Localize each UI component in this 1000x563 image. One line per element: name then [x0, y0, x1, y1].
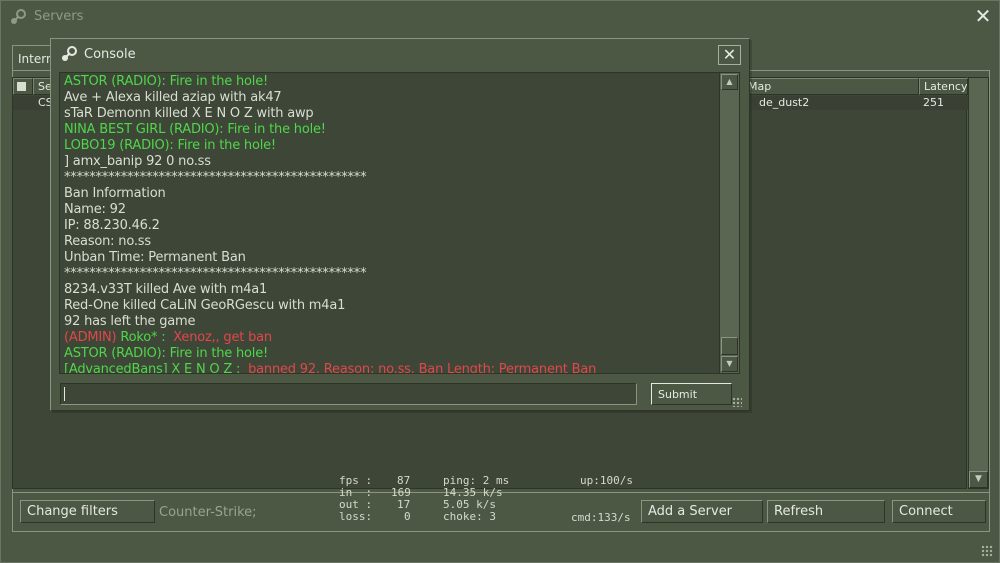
refresh-button[interactable]: Refresh: [767, 500, 885, 523]
connect-button[interactable]: Connect: [892, 500, 986, 523]
console-line: Name: 92: [64, 202, 126, 217]
console-window-title: Console: [84, 47, 136, 62]
console-line-ban: [AdvancedBans] X E N O Z : banned 92. Re…: [64, 362, 597, 374]
console-line: IP: 88.230.46.2: [64, 218, 160, 233]
ban-tag: [AdvancedBans] X E N O Z :: [64, 362, 241, 374]
scroll-down-arrow-icon[interactable]: ▼: [969, 471, 988, 488]
ban-message: banned 92. Reason: no.ss. Ban Length: Pe…: [248, 362, 597, 374]
server-list-scrollbar[interactable]: ▼: [968, 77, 989, 489]
console-line: 8234.v33T killed Ave with m4a1: [64, 282, 268, 297]
lock-icon: [17, 82, 26, 91]
resize-grip-icon[interactable]: [981, 545, 993, 557]
servers-titlebar[interactable]: Servers ✕: [1, 1, 1000, 33]
console-line: 92 has left the game: [64, 314, 196, 329]
close-icon[interactable]: ✕: [718, 45, 741, 65]
console-line: ASTOR (RADIO): Fire in the hole!: [64, 346, 269, 361]
console-titlebar[interactable]: Console ✕: [51, 39, 749, 71]
add-server-button[interactable]: Add a Server: [641, 500, 763, 523]
console-window: Console ✕ ASTOR (RADIO): Fire in the hol…: [50, 38, 750, 411]
column-header-latency[interactable]: Latency: [919, 78, 968, 95]
console-output[interactable]: ASTOR (RADIO): Fire in the hole! Ave + Al…: [59, 72, 719, 374]
scroll-thumb[interactable]: [721, 337, 738, 355]
close-icon[interactable]: ✕: [974, 6, 992, 26]
scroll-up-arrow-icon[interactable]: ▲: [721, 74, 738, 90]
resize-grip-icon[interactable]: [732, 397, 742, 407]
column-header-map[interactable]: Map: [743, 78, 919, 95]
console-command-input[interactable]: [60, 383, 637, 405]
change-filters-button[interactable]: Change filters: [20, 500, 155, 523]
up-rate: up:100/s: [580, 474, 633, 487]
tab-internet[interactable]: Internet: [12, 45, 52, 71]
text-caret: [64, 387, 65, 401]
admin-tag: (ADMIN): [64, 330, 117, 345]
choke-value: choke: 3: [443, 510, 496, 523]
console-line: NINA BEST GIRL (RADIO): Fire in the hole…: [64, 122, 326, 137]
loss-label: loss:: [339, 510, 373, 523]
console-line: Reason: no.ss: [64, 234, 151, 249]
admin-name: Roko* :: [120, 330, 166, 345]
console-line: ] amx_banip 92 0 no.ss: [64, 154, 211, 169]
console-line: ****************************************…: [64, 266, 367, 281]
submit-button[interactable]: Submit: [651, 383, 732, 405]
column-header-lock[interactable]: [13, 78, 33, 95]
console-line: ****************************************…: [64, 170, 367, 185]
scroll-down-arrow-icon[interactable]: ▼: [721, 356, 738, 372]
map-cell: de_dust2: [759, 96, 810, 109]
console-line: Unban Time: Permanent Ban: [64, 250, 246, 265]
filter-summary: Counter-Strike;: [159, 505, 257, 520]
console-line: Red-One killed CaLiN GeoRGescu with m4a1: [64, 298, 346, 313]
servers-window-title: Servers: [34, 9, 84, 24]
steam-logo-icon: [62, 46, 77, 61]
latency-cell: 251: [923, 96, 944, 109]
console-line: sTaR Demonn killed X E N O Z with awp: [64, 106, 314, 121]
steam-logo-icon: [11, 9, 26, 24]
net-graph-stats: fps : 87 in : 169 out : 17 loss: 0 ping:…: [339, 475, 659, 525]
console-line: Ave + Alexa killed aziap with ak47: [64, 90, 282, 105]
console-line: Ban Information: [64, 186, 166, 201]
cmd-rate: cmd:133/s: [571, 511, 631, 524]
loss-value: 0: [404, 510, 411, 523]
console-line: ASTOR (RADIO): Fire in the hole!: [64, 74, 269, 89]
console-line: LOBO19 (RADIO): Fire in the hole!: [64, 138, 276, 153]
admin-message: Xenoz,, get ban: [173, 330, 272, 345]
console-scrollbar[interactable]: ▲ ▼: [719, 72, 740, 374]
console-line-admin: (ADMIN) Roko* : Xenoz,, get ban: [64, 330, 272, 346]
